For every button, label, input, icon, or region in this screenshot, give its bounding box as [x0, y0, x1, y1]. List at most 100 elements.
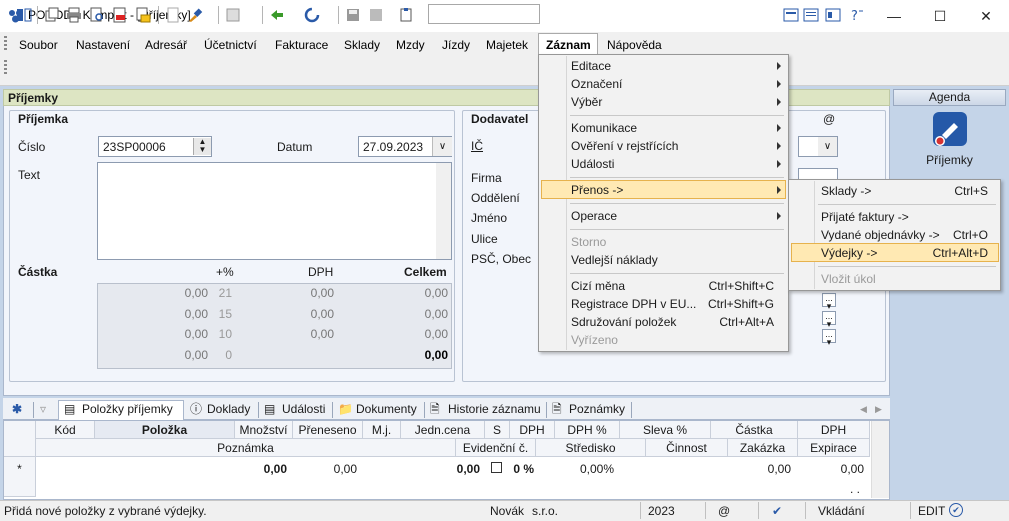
new-document-icon[interactable]	[165, 7, 181, 23]
grid-header-stredisko[interactable]: Středisko	[536, 439, 646, 457]
menu-item-overeni[interactable]: Ověření v rejstřících	[571, 137, 678, 155]
form-view-icon[interactable]	[783, 7, 799, 23]
tab-scroll-left-icon[interactable]: ◀	[860, 400, 867, 419]
tab-filter-icon[interactable]: ▿	[40, 400, 46, 419]
menu-jizdy[interactable]: Jízdy	[442, 37, 470, 53]
shortcut-cizi-mena: Ctrl+Shift+C	[708, 279, 774, 293]
print-icon[interactable]	[66, 7, 82, 23]
grid-header-polozka[interactable]: Položka	[95, 421, 235, 439]
menu-nastaveni[interactable]: Nastavení	[76, 37, 130, 53]
tab-historie-zaznamu[interactable]: Historie záznamu	[448, 400, 541, 419]
cell-dph-pct[interactable]: 0 %	[510, 460, 534, 478]
submenu-item-prijate-faktury[interactable]: Přijaté faktury ->	[821, 208, 909, 226]
ellipsis-button-2[interactable]: ... ▾	[822, 311, 836, 329]
back-arrow-icon[interactable]	[269, 7, 285, 23]
grid-header-dph[interactable]: DPH	[510, 421, 555, 439]
toolbar	[0, 56, 1009, 86]
menu-ucetnictvi[interactable]: Účetnictví	[204, 37, 257, 53]
menu-sklady[interactable]: Sklady	[344, 37, 380, 53]
tab-poznamky[interactable]: Poznámky	[569, 400, 625, 419]
menu-mzdy[interactable]: Mzdy	[396, 37, 425, 53]
menu-item-vyrizeno[interactable]: Vyřízeno	[571, 331, 618, 349]
agenda-icon[interactable]	[16, 7, 32, 23]
help-icon[interactable]: ?	[848, 7, 864, 23]
datum-dropdown-icon[interactable]: ∨	[432, 137, 452, 156]
text-area[interactable]	[97, 162, 452, 260]
ellipsis-button-3[interactable]: ... ▾	[822, 329, 836, 347]
preview-icon[interactable]	[89, 7, 105, 23]
tab-list-icon: ▤	[64, 402, 76, 416]
tab-scroll-right-icon[interactable]: ▶	[875, 400, 882, 419]
close-button[interactable]: ✕	[963, 0, 1009, 32]
list-view-icon[interactable]	[803, 7, 819, 23]
maximize-button[interactable]: ☐	[917, 0, 963, 32]
grid-header-jedncena[interactable]: Jedn.cena	[401, 421, 485, 439]
grid-header-poznamka[interactable]: Poznámka	[36, 439, 456, 457]
email-icon[interactable]	[135, 7, 151, 23]
status-ok-icon: ✔	[949, 503, 963, 517]
grid-header-preneseno[interactable]: Přeneseno	[293, 421, 363, 439]
minimize-button[interactable]: —	[871, 0, 917, 32]
menu-item-komunikace[interactable]: Komunikace	[571, 119, 637, 137]
copy-icon[interactable]	[44, 7, 60, 23]
tab-dokumenty[interactable]: Dokumenty	[356, 400, 417, 419]
menu-item-prenos[interactable]: Přenos ->	[571, 181, 623, 199]
grid-view-icon[interactable]	[825, 7, 841, 23]
menu-item-oznaceni[interactable]: Označení	[571, 75, 622, 93]
menu-zaznam[interactable]: Záznam	[546, 37, 591, 53]
menu-item-udalosti[interactable]: Události	[571, 155, 614, 173]
grid-header-evidencni[interactable]: Evidenční č.	[456, 439, 536, 457]
grid-header-mnozstvi[interactable]: Množství	[235, 421, 293, 439]
grid-header-castka[interactable]: Částka	[711, 421, 798, 439]
cell-jedncena[interactable]: 0,00	[401, 460, 480, 478]
ellipsis-button-1[interactable]: ... ▾	[822, 293, 836, 311]
grid-header-zakazka[interactable]: Zakázka	[728, 439, 798, 457]
cislo-picker-icon[interactable]: ▲ ▼	[193, 138, 211, 155]
refresh-icon[interactable]	[304, 7, 320, 23]
cell-preneseno[interactable]: 0,00	[293, 460, 357, 478]
cell-sleva[interactable]: 0,00%	[555, 460, 614, 478]
grid-header-sleva[interactable]: Sleva %	[620, 421, 711, 439]
pdf-icon[interactable]	[112, 7, 128, 23]
grid-header-cinnost[interactable]: Činnost	[646, 439, 728, 457]
prijemky-agenda-icon[interactable]	[932, 111, 968, 147]
text-scrollbar[interactable]	[436, 163, 451, 259]
save-icon[interactable]	[345, 7, 361, 23]
menu-fakturace[interactable]: Fakturace	[275, 37, 328, 53]
tab-doklady[interactable]: Doklady	[207, 400, 250, 419]
grid-header-s[interactable]: S	[485, 421, 510, 439]
tab-new-star-icon[interactable]: ✱	[12, 400, 22, 419]
cell-castka[interactable]: 0,00	[711, 460, 791, 478]
table-icon[interactable]	[225, 7, 241, 23]
grid-header-expirace[interactable]: Expirace	[798, 439, 870, 457]
cell-mnozstvi[interactable]: 0,00	[235, 460, 287, 478]
grid-header-mj[interactable]: M.j.	[363, 421, 401, 439]
agenda-item-prijemky[interactable]: Příjemky	[893, 153, 1006, 167]
menu-item-editace[interactable]: Editace	[571, 57, 611, 75]
submenu-item-sklady[interactable]: Sklady ->	[821, 182, 871, 200]
save-copy-icon[interactable]	[368, 7, 384, 23]
submenu-item-vydejky[interactable]: Výdejky ->	[821, 244, 877, 262]
email-dropdown-icon[interactable]: ∨	[818, 137, 837, 156]
menu-majetek[interactable]: Majetek	[486, 37, 528, 53]
tab-polozky-prijemky[interactable]: Položky příjemky	[82, 400, 173, 419]
menu-item-vedlejsi-naklady[interactable]: Vedlejší náklady	[571, 251, 658, 269]
clipboard-icon[interactable]	[398, 7, 414, 23]
tab-udalosti[interactable]: Události	[282, 400, 325, 419]
menu-soubor[interactable]: Soubor	[19, 37, 58, 53]
submenu-item-vlozit-ukol[interactable]: Vložit úkol	[821, 270, 876, 288]
toolbar-search-input[interactable]	[428, 4, 540, 24]
menu-item-cizi-mena[interactable]: Cizí měna	[571, 277, 625, 295]
grid-scrollbar[interactable]	[871, 421, 889, 498]
menu-napoveda[interactable]: Nápověda	[607, 37, 662, 53]
menu-item-storno[interactable]: Storno	[571, 233, 606, 251]
menu-item-vyber[interactable]: Výběr	[571, 93, 602, 111]
menu-adresar[interactable]: Adresář	[145, 37, 187, 53]
grid-header-dph-pct[interactable]: DPH %	[555, 421, 620, 439]
cell-dph[interactable]: 0,00	[798, 460, 864, 478]
grid-header-dph2[interactable]: DPH	[798, 421, 870, 439]
cell-s-checkbox[interactable]	[491, 462, 502, 473]
grid-header-kod[interactable]: Kód	[36, 421, 95, 439]
menu-item-operace[interactable]: Operace	[571, 207, 617, 225]
brush-icon[interactable]	[187, 7, 203, 23]
